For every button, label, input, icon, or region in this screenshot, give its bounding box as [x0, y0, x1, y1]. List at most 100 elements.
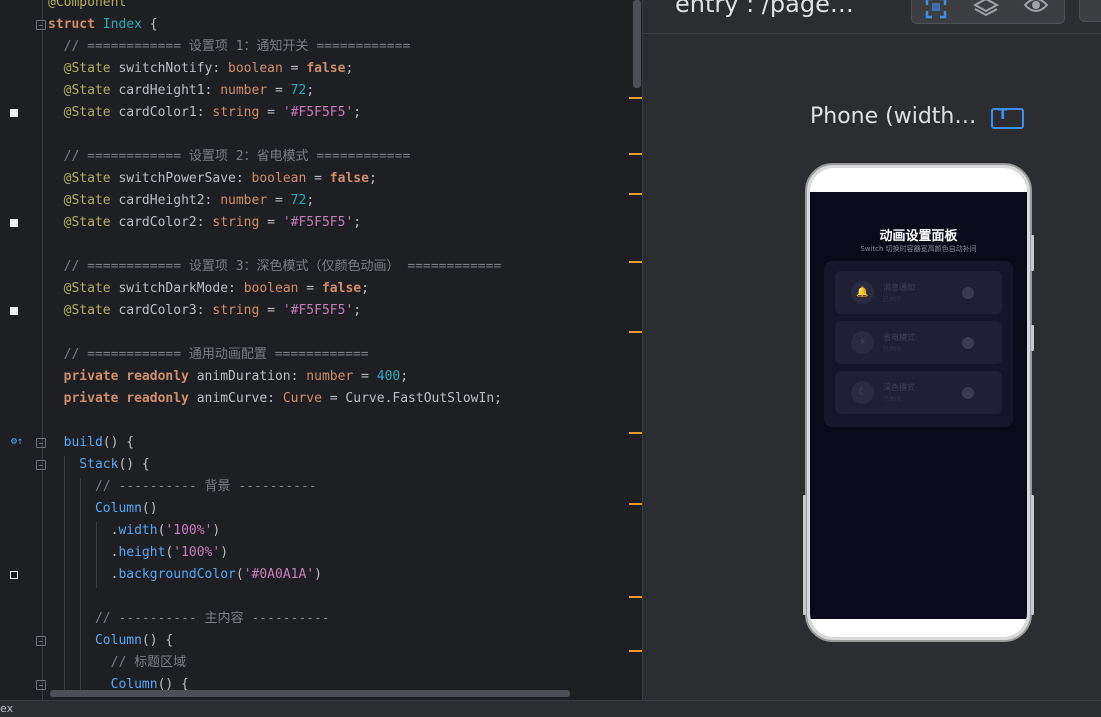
code-token: build	[48, 435, 103, 450]
warning-marker[interactable]	[629, 331, 642, 333]
code-line[interactable]	[48, 124, 642, 146]
phone-side-button	[1031, 235, 1034, 271]
code-token: // ============ 设置项 1：通知开关 ============	[48, 39, 411, 54]
code-line[interactable]: // ============ 设置项 3：深色模式（仅颜色动画） ======…	[48, 256, 642, 278]
code-line[interactable]: // 标题区域	[48, 652, 642, 674]
code-line[interactable]: // ---------- 背景 ----------	[48, 476, 642, 498]
horizontal-scrollbar[interactable]	[50, 690, 570, 697]
warning-marker[interactable]	[629, 650, 642, 652]
fold-toggle-icon[interactable]	[36, 438, 46, 448]
code-editor[interactable]: ⚙↑ @Component struct Index { // =========…	[0, 0, 642, 700]
toggle-switch[interactable]	[962, 337, 974, 349]
app-title: 动画设置面板	[879, 229, 958, 244]
toggle-switch[interactable]	[962, 387, 974, 399]
code-line[interactable]: @State cardColor1: string = '#F5F5F5';	[48, 102, 642, 124]
override-method-icon[interactable]: ⚙↑	[11, 436, 23, 447]
code-line[interactable]: Column() {	[48, 630, 642, 652]
code-line[interactable]: @State switchDarkMode: boolean = false;	[48, 278, 642, 300]
more-tools-button[interactable]	[1079, 0, 1101, 22]
warning-marker[interactable]	[629, 193, 642, 195]
code-line[interactable]: @State switchNotify: boolean = false;	[48, 58, 642, 80]
previewer-panel: entry : /page… Phone (width… 动画设置面板 Swit…	[642, 0, 1101, 700]
code-line[interactable]: // ============ 通用动画配置 ============	[48, 344, 642, 366]
code-line[interactable]: @State switchPowerSave: boolean = false;	[48, 168, 642, 190]
code-token: '#F5F5F5'	[282, 105, 354, 120]
warning-marker[interactable]	[629, 261, 642, 263]
gutter-divider	[42, 0, 43, 700]
code-token: '#F5F5F5'	[282, 215, 354, 230]
code-token: 72	[290, 193, 307, 208]
color-swatch-marker[interactable]	[10, 219, 18, 227]
code-token: ;	[400, 369, 409, 384]
layers-icon[interactable]	[966, 0, 1006, 21]
code-line[interactable]	[48, 234, 642, 256]
code-token: @State	[48, 83, 119, 98]
code-line[interactable]: .height('100%')	[48, 542, 642, 564]
setting-card-dark-mode[interactable]: ☾ 深色模式 已关闭	[835, 371, 1002, 414]
code-token: switchDarkMode:	[118, 281, 244, 296]
code-line[interactable]	[48, 322, 642, 344]
code-token: )	[212, 523, 221, 538]
code-line[interactable]: @State cardHeight2: number = 72;	[48, 190, 642, 212]
fold-toggle-icon[interactable]	[36, 636, 46, 646]
warning-marker[interactable]	[629, 153, 642, 155]
eye-icon[interactable]	[1016, 0, 1056, 21]
code-token: false	[321, 281, 362, 296]
code-token: string	[212, 105, 260, 120]
code-line[interactable]: .width('100%')	[48, 520, 642, 542]
code-line[interactable]: private readonly animDuration: number = …	[48, 366, 642, 388]
warning-marker[interactable]	[629, 97, 642, 99]
settings-panel: 🔔 消息通知 已关闭 ⚡ 省电模式 已关闭 ☾ 深色模式 已关闭	[824, 261, 1013, 427]
code-token: ;	[353, 105, 362, 120]
code-line[interactable]: Column()	[48, 498, 642, 520]
inspector-icon[interactable]	[916, 0, 956, 21]
code-token: ;	[368, 171, 377, 186]
fold-toggle-icon[interactable]	[36, 680, 46, 690]
code-token: @Component	[48, 0, 127, 10]
code-token: private readonly	[48, 369, 197, 384]
code-token: )	[220, 545, 229, 560]
warning-marker[interactable]	[629, 432, 642, 434]
setting-card-notify[interactable]: 🔔 消息通知 已关闭	[835, 271, 1002, 314]
code-line[interactable]	[48, 410, 642, 432]
code-lines[interactable]: @Component struct Index { // ============…	[48, 0, 642, 696]
setting-card-power-save[interactable]: ⚡ 省电模式 已关闭	[835, 321, 1002, 364]
code-line[interactable]	[48, 586, 642, 608]
code-line[interactable]: private readonly animCurve: Curve = Curv…	[48, 388, 642, 410]
code-token: =	[282, 61, 307, 76]
code-line[interactable]: // ============ 设置项 2：省电模式 ============	[48, 146, 642, 168]
code-token: animDuration:	[196, 369, 307, 384]
code-token: // ============ 设置项 3：深色模式（仅颜色动画） ======…	[48, 259, 502, 274]
color-swatch-marker[interactable]	[10, 109, 18, 117]
code-token: cardColor1:	[118, 105, 213, 120]
warning-marker[interactable]	[629, 503, 642, 505]
vertical-scrollbar[interactable]	[633, 0, 641, 88]
code-token: Curve	[282, 391, 322, 406]
device-selector-label[interactable]: Phone (width…	[810, 104, 976, 129]
code-token: ;	[353, 303, 362, 318]
code-token: height	[118, 545, 166, 560]
code-token: width	[118, 523, 158, 538]
code-line[interactable]: @State cardColor2: string = '#F5F5F5';	[48, 212, 642, 234]
fold-toggle-icon[interactable]	[36, 460, 46, 470]
code-token: ;	[361, 281, 369, 296]
phone-screen[interactable]: 动画设置面板 Switch 切换时容器宽高颜色自动补间 🔔 消息通知 已关闭 ⚡…	[810, 168, 1027, 637]
code-line[interactable]: @Component	[48, 0, 642, 14]
code-line[interactable]: @State cardColor3: string = '#F5F5F5';	[48, 300, 642, 322]
code-token: @State	[48, 303, 119, 318]
code-token: '100%'	[165, 523, 213, 538]
color-swatch-marker[interactable]	[10, 307, 18, 315]
code-line[interactable]: // ============ 设置项 1：通知开关 ============	[48, 36, 642, 58]
code-line[interactable]: .backgroundColor('#0A0A1A')	[48, 564, 642, 586]
code-line[interactable]: @State cardHeight1: number = 72;	[48, 80, 642, 102]
device-type-icon[interactable]	[991, 107, 1024, 129]
code-line[interactable]: build() {	[48, 432, 642, 454]
code-line[interactable]: // ---------- 主内容 ----------	[48, 608, 642, 630]
color-swatch-marker[interactable]	[10, 571, 18, 579]
code-line[interactable]: Stack() {	[48, 454, 642, 476]
code-line[interactable]: struct Index {	[48, 14, 642, 36]
code-token: .	[48, 523, 119, 538]
fold-toggle-icon[interactable]	[36, 20, 46, 30]
warning-marker[interactable]	[629, 596, 642, 598]
toggle-switch[interactable]	[962, 287, 974, 299]
